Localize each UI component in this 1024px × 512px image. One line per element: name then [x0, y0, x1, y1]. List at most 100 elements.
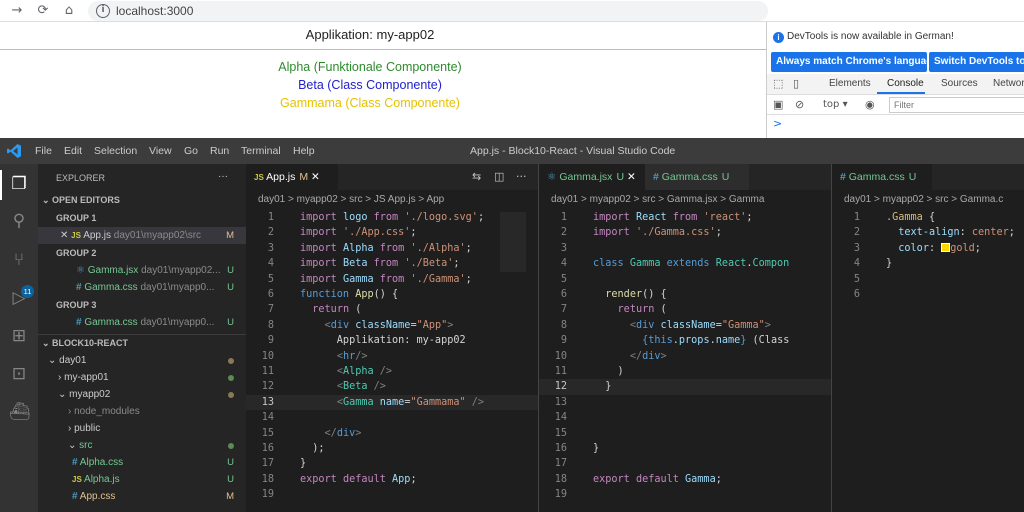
tab-network[interactable]: Networ [993, 78, 1024, 89]
menu-file[interactable]: File [35, 145, 52, 157]
extensions-icon[interactable]: ⊞ [9, 326, 29, 346]
menu-go[interactable]: Go [184, 145, 198, 157]
code-text: import Gamma from './Gamma'; [300, 273, 472, 285]
open-editor-filename: Gamma.css [84, 282, 138, 293]
match-language-button[interactable]: Always match Chrome's language [771, 52, 927, 72]
open-editor-gamma-css[interactable]: # Gamma.css day01\myapp0... U [38, 279, 246, 296]
minimap[interactable] [500, 212, 526, 272]
line-number: 11 [554, 366, 567, 377]
color-swatch[interactable] [941, 242, 951, 252]
code-text: text-align: center; [898, 227, 1015, 239]
browser-toolbar: → ⟳ ⌂ i localhost:3000 [0, 0, 1024, 22]
tree-label: src [79, 440, 93, 451]
address-bar[interactable]: i localhost:3000 [88, 1, 768, 21]
tab-gamma-jsx[interactable]: ⚛ Gamma.jsx U ✕ [539, 164, 645, 190]
reload-icon[interactable]: ⟳ [34, 2, 52, 20]
open-editor-gamma-jsx[interactable]: ⚛ Gamma.jsx day01\myapp02... U [38, 262, 246, 279]
run-debug-icon[interactable]: ▷ [9, 288, 29, 308]
switch-language-button[interactable]: Switch DevTools to G [929, 52, 1024, 72]
explorer-icon[interactable]: ❐ [9, 174, 29, 194]
explorer-title: EXPLORER [56, 173, 106, 183]
tree-item-src[interactable]: ⌄ src [38, 437, 246, 454]
tree-item-my-app01[interactable]: › my-app01 [38, 369, 246, 386]
active-tab-indicator [877, 92, 925, 94]
line-number: 14 [261, 412, 274, 424]
eye-icon[interactable]: ◉ [865, 98, 875, 111]
back-arrow-icon[interactable]: → [8, 2, 26, 20]
open-editor-app-js[interactable]: ✕ JS App.js day01\myapp02\src M [38, 227, 246, 244]
code-text: <hr/> [336, 350, 368, 362]
tab-gamma-css[interactable]: # Gamma.css U [645, 164, 749, 190]
docker-icon[interactable]: ⛴ [9, 402, 31, 422]
tree-item-public[interactable]: › public [38, 420, 246, 437]
open-editor-gamma-css-2[interactable]: # Gamma.css day01\myapp0... U [38, 314, 246, 331]
code-text: import React from 'react'; [593, 212, 753, 223]
compare-icon[interactable]: ⇆ [472, 170, 481, 183]
code-text: <Alpha /> [336, 366, 393, 377]
code-text: import './Gamma.css'; [593, 227, 722, 239]
tab-gamma-css[interactable]: # Gamma.css U [832, 164, 932, 190]
tree-item-day01[interactable]: ⌄ day01 [38, 352, 246, 369]
split-editor-icon[interactable]: ◫ [494, 170, 504, 183]
console-filter-input[interactable]: Filter [889, 97, 1024, 113]
modified-dot [228, 358, 234, 364]
inspect-icon[interactable]: ⬚ [773, 77, 783, 90]
group3-label: GROUP 3 [56, 300, 97, 310]
tree-item-node-modules[interactable]: › node_modules [38, 403, 246, 420]
remote-explorer-icon[interactable]: ⊡ [9, 364, 29, 384]
tab-bar: # Gamma.css U [832, 164, 1024, 190]
code-text: } [886, 258, 893, 270]
line-number: 10 [554, 350, 567, 362]
css-file-icon: # [653, 171, 659, 183]
menu-edit[interactable]: Edit [64, 145, 82, 157]
breadcrumb[interactable]: day01 > myapp02 > src > Gamma.jsx > Gamm… [551, 194, 764, 205]
tree-item-alpha-css[interactable]: # Alpha.css U [38, 454, 246, 471]
menu-run[interactable]: Run [210, 145, 229, 157]
open-editor-filename: Gamma.jsx [87, 265, 139, 276]
status-badge: U [227, 457, 234, 468]
home-icon[interactable]: ⌂ [60, 2, 78, 20]
tree-item-alpha-js[interactable]: JS Alpha.js U [38, 471, 246, 488]
tree-item-myapp02[interactable]: ⌄ myapp02 [38, 386, 246, 403]
title-bar: File Edit Selection View Go Run Terminal… [0, 138, 1024, 164]
menu-view[interactable]: View [149, 145, 172, 157]
tree-item-app-css[interactable]: # App.css M [38, 488, 246, 505]
tree-label: node_modules [74, 406, 140, 417]
close-icon[interactable]: ✕ [627, 171, 636, 183]
context-select[interactable]: top ▾ [823, 99, 848, 110]
more-actions-icon[interactable]: ··· [516, 170, 527, 183]
console-prompt[interactable]: > [773, 117, 782, 130]
open-editors-header[interactable]: ⌄ OPEN EDITORS [38, 192, 246, 209]
activity-bar: ❐ ⚲ ⑂ 11 ▷ ⊞ ⊡ ⛴ [0, 164, 38, 512]
beta-component: Beta (Class Componente) [298, 78, 442, 92]
more-actions-icon[interactable]: ··· [218, 168, 238, 185]
menu-help[interactable]: Help [293, 145, 315, 157]
code-text: ); [300, 443, 325, 454]
code-text: <div className="App"> [324, 319, 454, 331]
line-number: 9 [560, 335, 567, 347]
open-editors-label: OPEN EDITORS [52, 195, 120, 205]
source-control-icon[interactable]: ⑂ [9, 250, 29, 270]
code-text: } [593, 443, 600, 454]
clear-console-icon[interactable]: ⊘ [795, 98, 804, 111]
line-number: 18 [554, 473, 567, 485]
line-number: 6 [853, 289, 860, 300]
breadcrumb[interactable]: day01 > myapp02 > src > Gamma.c [844, 194, 1003, 205]
info-icon[interactable]: i [96, 4, 110, 18]
page-title: Applikation: my-app02 [305, 27, 435, 42]
menu-terminal[interactable]: Terminal [241, 145, 281, 157]
tab-elements[interactable]: Elements [829, 78, 871, 89]
sidebar-toggle-icon[interactable]: ▣ [773, 98, 783, 111]
device-toolbar-icon[interactable]: ▯ [793, 77, 799, 90]
tab-sources[interactable]: Sources [941, 78, 978, 89]
line-number: 10 [261, 350, 274, 362]
breadcrumb[interactable]: day01 > myapp02 > src > JS App.js > App [258, 194, 444, 205]
project-header[interactable]: ⌄ BLOCK10-REACT [38, 334, 246, 351]
close-icon[interactable]: ✕ [311, 171, 320, 183]
tab-console[interactable]: Console [887, 78, 924, 89]
tab-app-js[interactable]: JS App.js M ✕ [246, 164, 338, 190]
open-editor-filename: App.js [83, 230, 111, 241]
menu-selection[interactable]: Selection [94, 145, 137, 157]
css-file-icon: # [72, 491, 78, 502]
search-icon[interactable]: ⚲ [9, 211, 29, 231]
